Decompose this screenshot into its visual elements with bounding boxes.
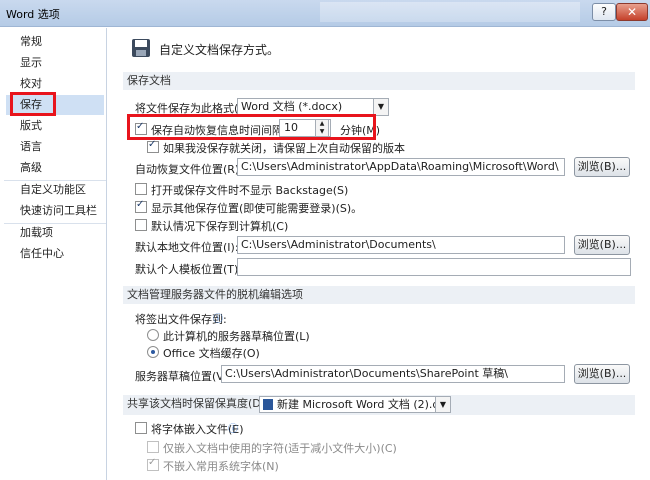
browse-server-drafts-button[interactable]: 浏览(B)... [574, 364, 630, 384]
chevron-down-icon: ▼ [373, 99, 388, 115]
no-backstage-label: 打开或保存文件时不显示 Backstage(S) [151, 184, 349, 197]
floppy-disk-icon [132, 39, 150, 57]
background-ribbon [320, 2, 580, 22]
no-common-fonts-label: 不嵌入常用系统字体(N) [163, 460, 279, 473]
sidebar-item-addins[interactable]: 加载项 [6, 223, 104, 243]
autorecover-path-label: 自动恢复文件位置(R): [135, 163, 243, 176]
page-header: 自定义文档保存方式。 [159, 43, 280, 57]
embed-used-chars-checkbox[interactable] [147, 441, 159, 453]
save-to-computer-checkbox[interactable] [135, 219, 147, 231]
highlight-box-autorecover [127, 114, 376, 140]
highlight-box-save-nav [10, 92, 56, 116]
show-other-locations-label: 显示其他保存位置(即使可能需要登录)(S)。 [151, 202, 363, 215]
sidebar-item-language[interactable]: 语言 [6, 137, 104, 157]
info-icon: ⓘ [213, 314, 223, 325]
sidebar-item-trust-center[interactable]: 信任中心 [6, 244, 104, 264]
keep-last-version-checkbox[interactable] [147, 139, 159, 153]
server-drafts-path-value: C:\Users\Administrator\Documents\SharePo… [225, 367, 508, 380]
sidebar-item-general[interactable]: 常规 [6, 32, 104, 52]
word-document-icon [263, 399, 273, 410]
default-template-label: 默认个人模板位置(T): [135, 263, 243, 276]
autorecover-path-value: C:\Users\Administrator\AppData\Roaming\M… [241, 160, 559, 173]
sidebar: 常规 显示 校对 保存 版式 语言 高级 自定义功能区 快速访问工具栏 加载项 … [4, 28, 107, 480]
embed-fonts-checkbox[interactable] [135, 422, 147, 434]
save-format-value: Word 文档 (*.docx) [241, 100, 343, 113]
server-drafts-radio[interactable] [147, 329, 159, 341]
help-button[interactable]: ? [592, 3, 616, 21]
sidebar-item-proofing[interactable]: 校对 [6, 74, 104, 94]
window-title: Word 选项 [6, 8, 60, 21]
autorecover-path-input[interactable]: C:\Users\Administrator\AppData\Roaming\M… [237, 158, 565, 176]
info-icon: ⓘ [228, 424, 238, 435]
browse-autorecover-button[interactable]: 浏览(B)... [574, 157, 630, 177]
office-cache-label: Office 文档缓存(O) [163, 347, 260, 360]
no-backstage-checkbox[interactable] [135, 183, 147, 195]
server-drafts-path-label: 服务器草稿位置(V): [135, 370, 232, 383]
fidelity-document-value: 新建 Microsoft Word 文档 (2).docx [277, 398, 451, 411]
server-drafts-path-input[interactable]: C:\Users\Administrator\Documents\SharePo… [221, 365, 565, 383]
title-bar: Word 选项 ? ✕ [0, 0, 650, 27]
office-cache-radio[interactable] [147, 346, 159, 358]
browse-default-local-button[interactable]: 浏览(B)... [574, 235, 630, 255]
section-offline-editing: 文档管理服务器文件的脱机编辑选项 [123, 286, 635, 304]
default-template-input[interactable] [237, 258, 631, 276]
default-local-input[interactable]: C:\Users\Administrator\Documents\ [237, 236, 565, 254]
sidebar-item-quick-access[interactable]: 快速访问工具栏 [6, 201, 104, 221]
section-save-documents: 保存文档 [123, 72, 635, 90]
default-local-label: 默认本地文件位置(I): [135, 241, 239, 254]
sidebar-item-advanced[interactable]: 高级 [6, 158, 104, 178]
show-other-locations-checkbox[interactable] [135, 199, 147, 213]
sidebar-item-customize-ribbon[interactable]: 自定义功能区 [6, 180, 104, 200]
fidelity-label: 共享该文档时保留保真度(D): [127, 397, 269, 410]
main-content: 自定义文档保存方式。 保存文档 将文件保存为此格式(F): Word 文档 (*… [107, 28, 650, 480]
save-to-computer-label: 默认情况下保存到计算机(C) [151, 220, 289, 233]
no-common-fonts-checkbox[interactable] [147, 457, 159, 471]
chevron-down-icon: ▼ [435, 397, 450, 412]
sidebar-item-display[interactable]: 显示 [6, 53, 104, 73]
server-drafts-label: 此计算机的服务器草稿位置(L) [163, 330, 310, 343]
embed-used-chars-label: 仅嵌入文档中使用的字符(适于减小文件大小)(C) [163, 442, 397, 455]
close-button[interactable]: ✕ [616, 3, 648, 21]
keep-last-version-label: 如果我没保存就关闭，请保留上次自动保留的版本 [163, 142, 405, 155]
default-local-value: C:\Users\Administrator\Documents\ [241, 238, 436, 251]
sidebar-item-layout[interactable]: 版式 [6, 116, 104, 136]
fidelity-document-dropdown[interactable]: 新建 Microsoft Word 文档 (2).docx ▼ [259, 396, 451, 413]
